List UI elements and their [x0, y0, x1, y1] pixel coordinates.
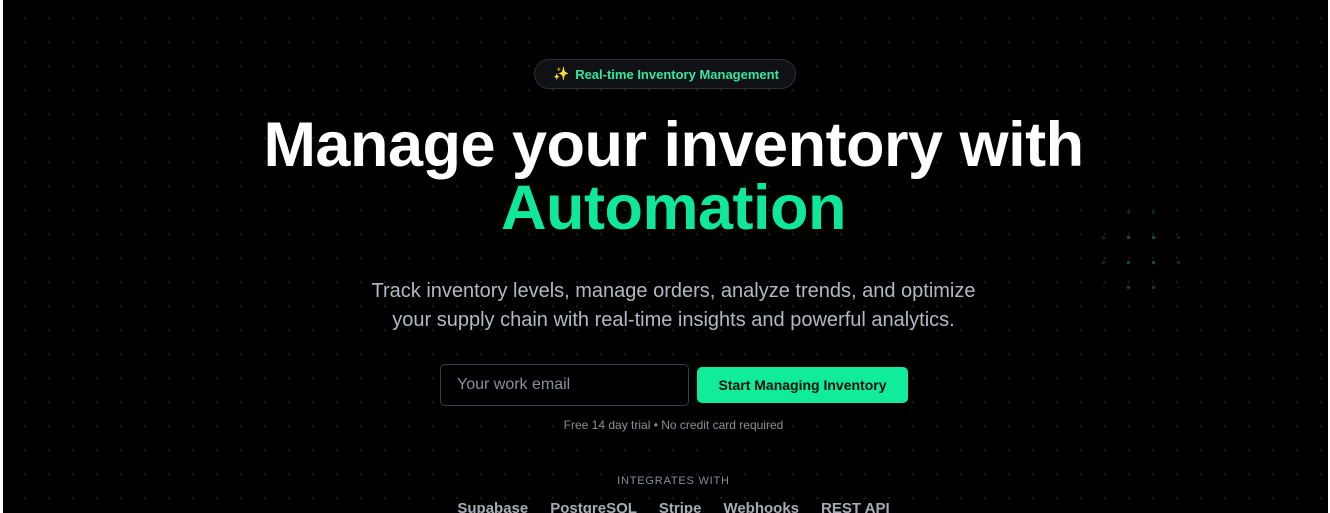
subtitle-line-2: your supply chain with real-time insight… [392, 309, 955, 331]
work-email-input[interactable] [440, 364, 689, 406]
hero-section: ✨ Real-time Inventory Management Manage … [3, 0, 1328, 513]
hero-headline: Manage your inventory with Automation [3, 114, 1328, 240]
badge-text: Real-time Inventory Management [575, 66, 779, 82]
integration-item: PostgreSQL [550, 500, 637, 513]
integration-item: Supabase [457, 500, 529, 513]
trial-note: Free 14 day trial • No credit card requi… [563, 418, 784, 432]
headline-line-1: Manage your inventory with [263, 110, 1084, 180]
integrations-list: Supabase PostgreSQL Stripe Webhooks REST… [3, 500, 1328, 513]
feature-badge: ✨ Real-time Inventory Management [534, 59, 796, 89]
integration-item: Webhooks [723, 500, 800, 513]
sparkles-icon: ✨ [553, 66, 570, 82]
subtitle-line-1: Track inventory levels, manage orders, a… [371, 280, 976, 302]
integration-item: REST API [821, 500, 890, 513]
integrates-with-label: INTEGRATES WITH [617, 475, 730, 487]
hero-subtitle: Track inventory levels, manage orders, a… [3, 277, 1328, 335]
integration-item: Stripe [658, 500, 702, 513]
start-managing-inventory-button[interactable]: Start Managing Inventory [697, 367, 908, 403]
headline-highlight: Automation [501, 173, 846, 243]
